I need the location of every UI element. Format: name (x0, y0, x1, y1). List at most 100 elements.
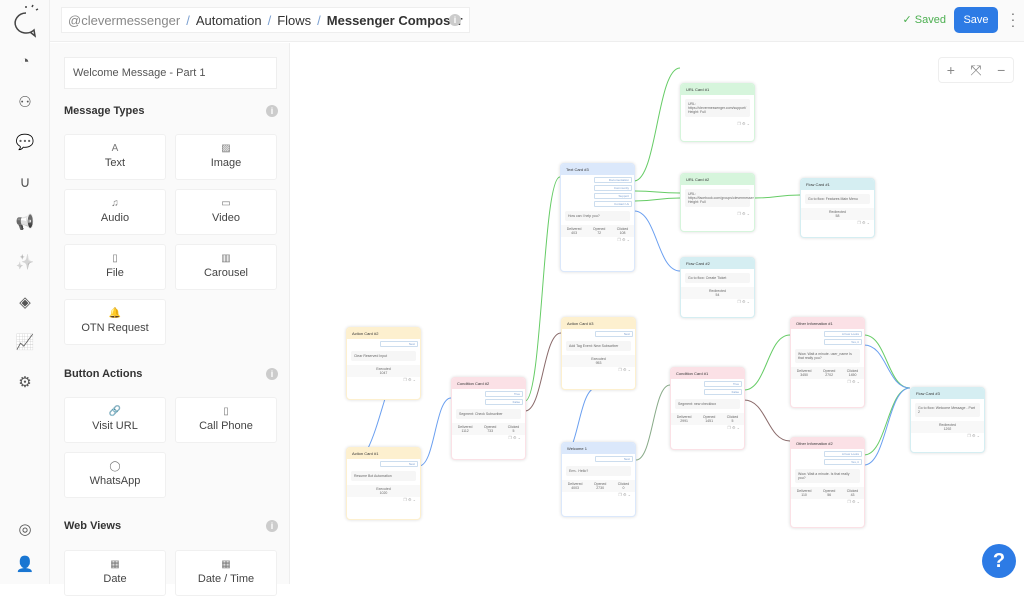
flow-card[interactable]: URL Card #1 URL: https://clevermessenger.… (680, 83, 755, 142)
component-image[interactable]: ▨ Image (175, 134, 277, 180)
stat-value: 3450 (800, 373, 808, 377)
card-button[interactable]: True (704, 381, 742, 387)
breadcrumb-automation[interactable]: Automation (196, 13, 262, 28)
component-file[interactable]: ▯ File (64, 244, 166, 290)
flow-card[interactable]: Flow Card #1 Go to flow: Features Main Me… (800, 178, 875, 238)
card-button[interactable]: False (485, 399, 523, 405)
stat: Opened 56 (823, 489, 835, 497)
card-button[interactable]: A Few Looks (824, 331, 862, 337)
card-button[interactable]: Yes, it (824, 459, 862, 465)
breadcrumb-account[interactable]: @clevermessenger (68, 13, 180, 28)
card-header: Action Card #2 (347, 328, 420, 339)
flow-card[interactable]: Other Information #1 A Few Looks Yes, it Wo… (790, 317, 865, 408)
component-audio[interactable]: ♫ Audio (64, 189, 166, 235)
component-label: File (106, 267, 124, 279)
component-label: Date (103, 573, 127, 585)
flow-name-input[interactable] (64, 57, 277, 89)
card-button[interactable]: Yes, it (824, 339, 862, 345)
component-date-time[interactable]: ▦ Date / Time (175, 550, 277, 596)
card-button[interactable]: Documentation (594, 177, 632, 183)
connection-line (524, 332, 562, 412)
card-button[interactable]: Contact Us (594, 201, 632, 207)
card-actions[interactable]: ❐ ⚙ ⌄ (791, 379, 864, 387)
more-options-icon[interactable]: · · · (1008, 6, 1018, 32)
card-content: Clear Reserved Input (351, 351, 416, 361)
magic-wand-icon[interactable]: ✨ (15, 253, 35, 273)
settings-icon[interactable]: ⚙ (15, 373, 35, 393)
flow-card[interactable]: Welcome 1 Next Erm.. Hello? Delivered 4003 Op… (561, 442, 636, 517)
flow-card[interactable]: Text Card #3 Documentation Community Suppor… (560, 163, 635, 272)
megaphone-icon[interactable]: 📢 (15, 213, 35, 233)
component-otn-request[interactable]: 🔔 OTN Request (64, 299, 166, 345)
help-ring-icon[interactable]: ◎ (15, 520, 35, 540)
flow-card[interactable]: Flow Card #2 Go to flow: Create Ticket Red… (680, 257, 755, 318)
users-icon[interactable]: ⚇ (15, 93, 35, 113)
visit-url-icon: 🔗 (108, 406, 122, 417)
component-carousel[interactable]: ▥ Carousel (175, 244, 277, 290)
component-label: Video (212, 212, 240, 224)
card-actions[interactable]: ❐ ⚙ ⌄ (452, 435, 525, 443)
card-actions[interactable]: ❐ ⚙ ⌄ (562, 367, 635, 375)
card-actions[interactable]: ❐ ⚙ ⌄ (671, 425, 744, 433)
card-content: How can I help you? (565, 211, 630, 221)
breadcrumb-flows[interactable]: Flows (277, 13, 311, 28)
card-button[interactable]: False (704, 389, 742, 395)
component-visit-url[interactable]: 🔗 Visit URL (64, 397, 166, 443)
card-button[interactable]: Next (380, 461, 418, 467)
zoom-out-icon[interactable]: − (997, 62, 1005, 78)
info-icon[interactable]: i (266, 105, 278, 117)
card-button[interactable]: A Few Looks (824, 451, 862, 457)
flow-card[interactable]: Condition Card #1 True False Segment: new c… (670, 367, 745, 450)
help-button[interactable]: ? (982, 544, 1016, 578)
card-actions[interactable]: ❐ ⚙ ⌄ (347, 497, 420, 505)
stat-value: 5 (512, 429, 515, 433)
card-button[interactable]: Next (380, 341, 418, 347)
card-actions[interactable]: ❐ ⚙ ⌄ (791, 499, 864, 507)
save-button[interactable]: Save (954, 7, 998, 33)
flow-card[interactable]: Action Card #2 Next Clear Reserved Input Ex… (346, 327, 421, 400)
card-actions[interactable]: ❐ ⚙ ⌄ (562, 492, 635, 500)
component-text[interactable]: A Text (64, 134, 166, 180)
card-header: URL Card #1 (681, 84, 754, 95)
flow-card[interactable]: Condition Card #2 True False Segment: Check… (451, 377, 526, 460)
card-content: URL: https://clevermessenger.com/support… (685, 99, 750, 117)
magnet-icon[interactable]: ∪ (15, 173, 35, 193)
card-actions[interactable]: ❐ ⚙ ⌄ (347, 377, 420, 385)
profile-icon[interactable]: 👤 (15, 555, 35, 575)
card-actions[interactable]: ❐ ⚙ ⌄ (681, 121, 754, 129)
card-button[interactable]: True (485, 391, 523, 397)
analytics-icon[interactable]: 📈 (15, 333, 35, 353)
component-date[interactable]: ▦ Date (64, 550, 166, 596)
stat: Delivered 1112 (458, 425, 473, 433)
flow-card[interactable]: Action Card #1 Next Resume Bot Automation E… (346, 447, 421, 520)
info-icon[interactable]: i (449, 14, 461, 26)
components-panel: Message Types i A Text ▨ Image ♫ Audio ▭ Video ▯ Fi… (50, 43, 290, 596)
flow-card[interactable]: Action Card #3 Next Add Tag Event: New Sub… (561, 317, 636, 390)
flow-card[interactable]: Flow Card #3 Go to flow: Welcome Message … (910, 387, 985, 453)
component-call-phone[interactable]: ▯ Call Phone (175, 397, 277, 443)
chat-icon[interactable]: 💬 (15, 133, 35, 153)
card-button[interactable]: Next (595, 331, 633, 337)
card-actions[interactable]: ❐ ⚙ ⌄ (681, 211, 754, 219)
fit-view-icon[interactable]: ⤧ (970, 62, 981, 79)
stat-value: 110 (801, 493, 807, 497)
layers-icon[interactable]: ◈ (15, 293, 35, 313)
stat: Redirected 54 (709, 289, 726, 297)
dashboard-icon[interactable]: ◔ (15, 52, 35, 72)
card-actions[interactable]: ❐ ⚙ ⌄ (681, 299, 754, 307)
component-whatsapp[interactable]: ◯ WhatsApp (64, 452, 166, 498)
audio-icon: ♫ (111, 198, 119, 209)
card-button[interactable]: Support (594, 193, 632, 199)
card-actions[interactable]: ❐ ⚙ ⌄ (801, 220, 874, 228)
flow-canvas[interactable]: + ⤧ − URL Card #1 URL: https://clevermess… (291, 43, 1024, 584)
zoom-in-icon[interactable]: + (947, 62, 955, 78)
info-icon[interactable]: i (266, 520, 278, 532)
card-button[interactable]: Next (595, 456, 633, 462)
info-icon[interactable]: i (266, 368, 278, 380)
flow-card[interactable]: Other Information #2 A Few Looks Yes, it Wo… (790, 437, 865, 528)
card-actions[interactable]: ❐ ⚙ ⌄ (911, 433, 984, 441)
card-button[interactable]: Community (594, 185, 632, 191)
card-actions[interactable]: ❐ ⚙ ⌄ (561, 237, 634, 245)
component-video[interactable]: ▭ Video (175, 189, 277, 235)
flow-card[interactable]: URL Card #2 URL: https://facebook.com/gro… (680, 173, 755, 232)
